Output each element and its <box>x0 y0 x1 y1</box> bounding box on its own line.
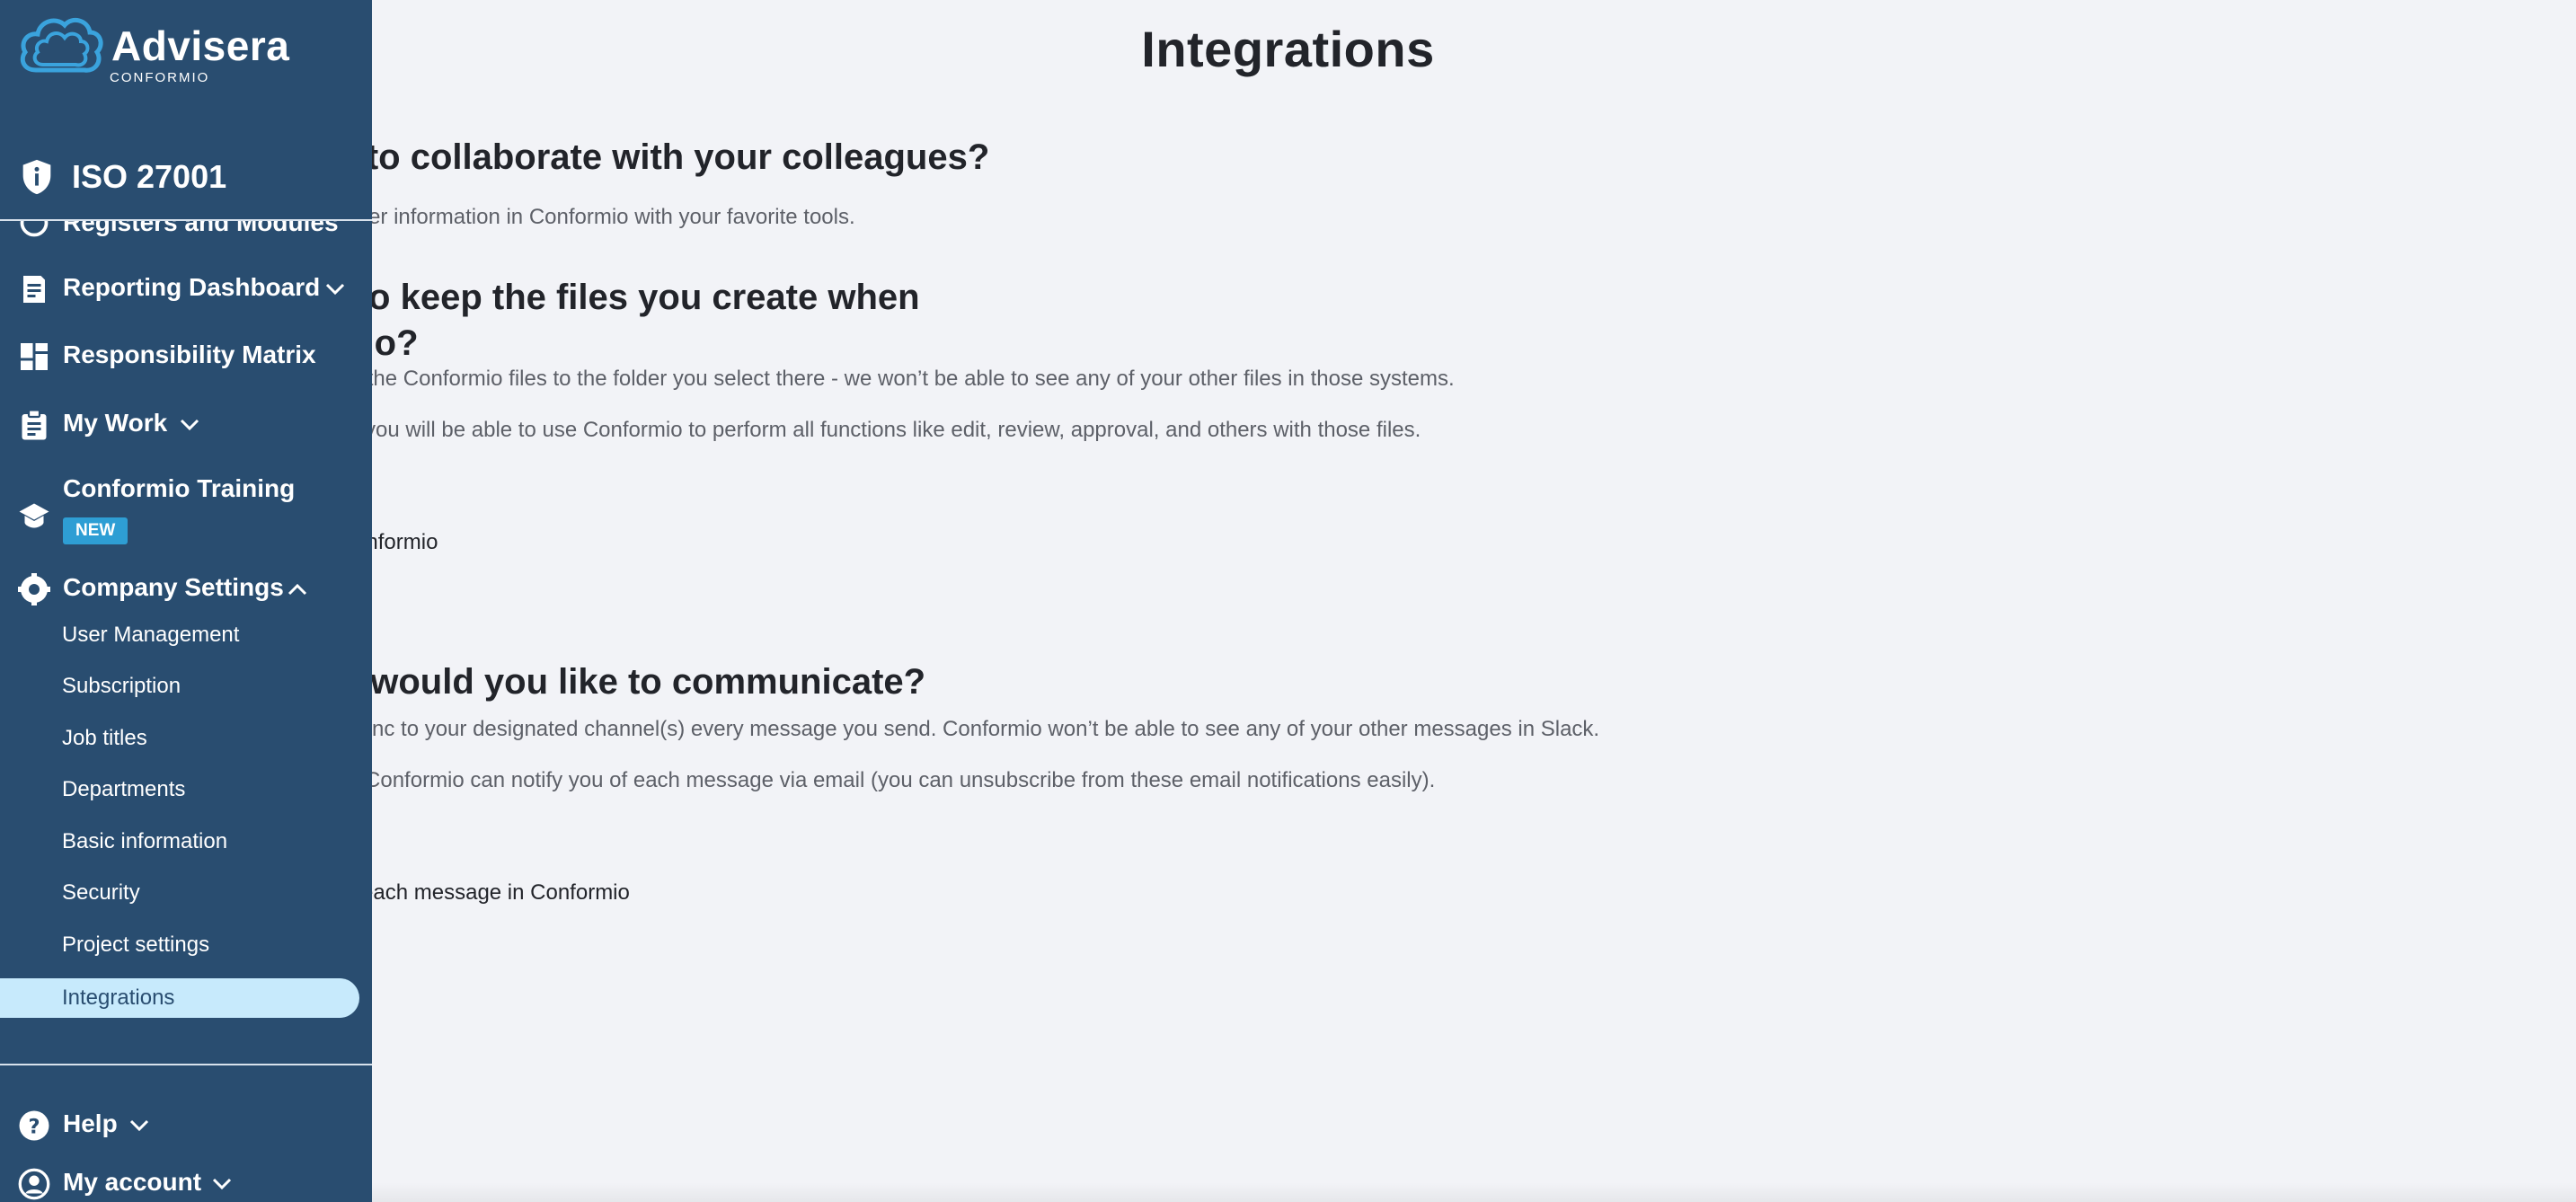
svg-text:?: ? <box>28 1115 40 1138</box>
sidebar-item-my-work[interactable]: My Work <box>0 407 372 443</box>
submenu-item-job-titles[interactable]: Job titles <box>62 726 147 751</box>
gear-icon <box>18 573 50 605</box>
shield-info-icon <box>22 159 51 195</box>
report-icon <box>23 276 45 303</box>
submenu-item-security[interactable]: Security <box>62 880 140 906</box>
sidebar-divider <box>0 1064 372 1065</box>
sidebar-item-label: My Work <box>63 409 168 437</box>
chevron-down-icon[interactable] <box>212 1178 232 1190</box>
sidebar-item-label: Conformio Training <box>63 474 296 502</box>
communicate-description-2: select, Conformio can notify you of each… <box>297 768 1436 792</box>
submenu-item-project-settings[interactable]: Project settings <box>62 932 209 958</box>
cloud-logo-icon <box>20 17 103 73</box>
collaborate-description: and other information in Conformio with … <box>297 205 855 229</box>
product-selector[interactable]: ISO 27001 <box>0 135 372 221</box>
bottom-shadow <box>372 1182 2576 1202</box>
submenu-item-user-management[interactable]: User Management <box>62 623 239 648</box>
submenu-item-subscription[interactable]: Subscription <box>62 674 181 699</box>
chevron-down-icon[interactable] <box>325 283 345 296</box>
submenu-item-basic-information[interactable]: Basic information <box>62 829 227 854</box>
sidebar-item-company-settings[interactable]: Company Settings <box>0 571 372 607</box>
new-badge: NEW <box>63 517 128 544</box>
chevron-down-icon[interactable] <box>180 419 199 431</box>
communicate-description-1: o will sync to your designated channel(s… <box>297 717 1600 741</box>
sidebar-item-label: Company Settings <box>63 573 284 601</box>
sidebar: Advisera CONFORMIO ISO 27001 Registers a… <box>0 0 372 1202</box>
sidebar-item-label: Help <box>63 1109 118 1137</box>
sidebar-item-my-account[interactable]: My account <box>0 1166 372 1202</box>
submenu-item-integrations[interactable]: Integrations <box>0 978 359 1018</box>
help-icon: ? <box>19 1110 49 1141</box>
account-icon <box>18 1168 50 1200</box>
sidebar-item-label: Responsibility Matrix <box>63 340 316 368</box>
files-description-1: upload the Conformio files to the folder… <box>297 367 1455 391</box>
product-label: ISO 27001 <box>72 158 227 195</box>
collaborate-heading: like to collaborate with your colleagues… <box>297 137 990 177</box>
logo-text: Advisera <box>111 22 290 69</box>
sidebar-item-label: My account <box>63 1168 202 1196</box>
chevron-down-icon[interactable] <box>129 1119 149 1132</box>
main-content: Integrations like to collaborate with yo… <box>0 0 2576 1202</box>
dashboard-grid-icon <box>21 343 48 370</box>
sidebar-item-label: Reporting Dashboard <box>63 273 321 301</box>
submenu-item-departments[interactable]: Departments <box>62 777 185 802</box>
advisera-logo[interactable]: Advisera CONFORMIO <box>16 13 290 85</box>
sidebar-item-conformio-training[interactable]: Conformio Training NEW <box>0 474 372 555</box>
submenu-item-label: Integrations <box>62 985 175 1010</box>
files-heading: ike to keep the files you create when or… <box>297 278 920 363</box>
files-description-2: select, you will be able to use Conformi… <box>297 418 1421 442</box>
sidebar-item-reporting-dashboard[interactable]: Reporting Dashboard <box>0 271 372 307</box>
communicate-heading: tem would you like to communicate? <box>297 662 926 702</box>
sidebar-item-help[interactable]: ? Help <box>0 1108 372 1144</box>
page-title: Integrations <box>1141 21 1435 77</box>
logo-subtext: CONFORMIO <box>110 70 210 85</box>
chevron-up-icon[interactable] <box>288 583 307 596</box>
graduation-cap-icon <box>19 503 49 528</box>
sidebar-item-responsibility-matrix[interactable]: Responsibility Matrix <box>0 339 372 375</box>
clipboard-icon <box>22 409 47 440</box>
